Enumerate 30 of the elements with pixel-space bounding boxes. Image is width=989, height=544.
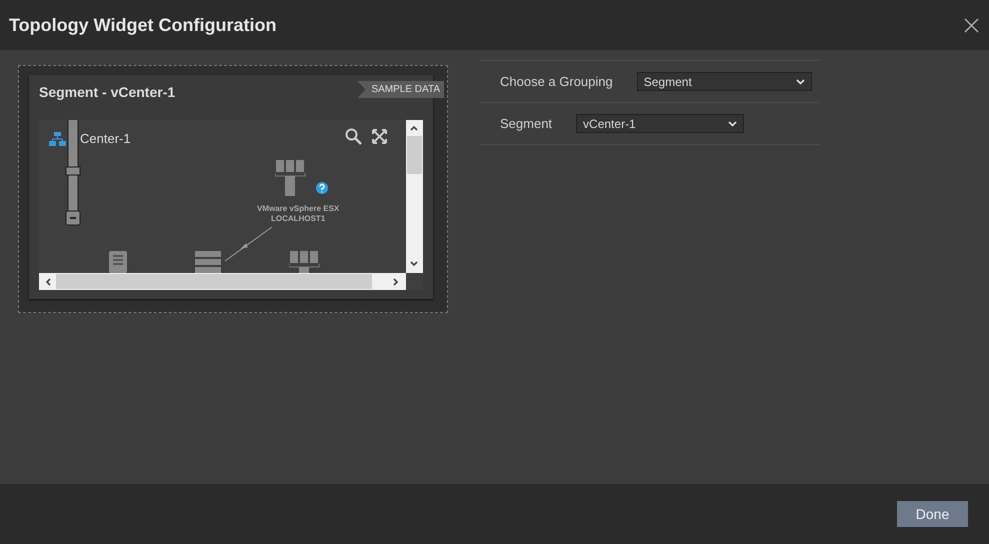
scroll-thumb[interactable] <box>407 136 422 174</box>
window-title: Topology Widget Configuration <box>9 14 276 36</box>
dropdown[interactable]: vCenter-1 <box>576 114 744 133</box>
scroll-up-icon[interactable] <box>410 124 418 132</box>
chevron-down-icon <box>796 78 805 84</box>
field-label: Segment <box>500 116 552 131</box>
zoom-slider[interactable] <box>65 120 81 227</box>
search-icon[interactable] <box>345 128 362 145</box>
horizontal-scrollbar[interactable] <box>39 273 406 290</box>
vertical-scrollbar[interactable] <box>406 120 423 273</box>
scroll-thumb[interactable] <box>56 274 372 289</box>
storage-icon <box>195 250 221 273</box>
chevron-down-icon <box>728 120 738 126</box>
root-label: Center-1 <box>80 131 131 146</box>
server-icon <box>275 159 307 197</box>
dropdown[interactable]: Segment <box>636 72 812 91</box>
scroll-right-icon[interactable] <box>392 278 400 286</box>
node-label: VMware vSphere ESX LOCALHOST1 <box>257 204 340 224</box>
server-icon <box>289 250 321 273</box>
expand-icon[interactable] <box>372 129 387 144</box>
close-icon[interactable] <box>964 18 979 32</box>
scroll-down-icon[interactable] <box>410 260 418 268</box>
field-label: Choose a Grouping <box>500 74 613 89</box>
link-line <box>224 226 274 262</box>
network-icon <box>49 132 66 146</box>
done-button[interactable]: Done <box>897 501 968 527</box>
scroll-left-icon[interactable] <box>44 278 52 286</box>
widget-title: Segment - vCenter-1 <box>39 84 176 100</box>
sample-ribbon: SAMPLE DATA <box>357 81 444 98</box>
help-icon <box>316 182 328 194</box>
